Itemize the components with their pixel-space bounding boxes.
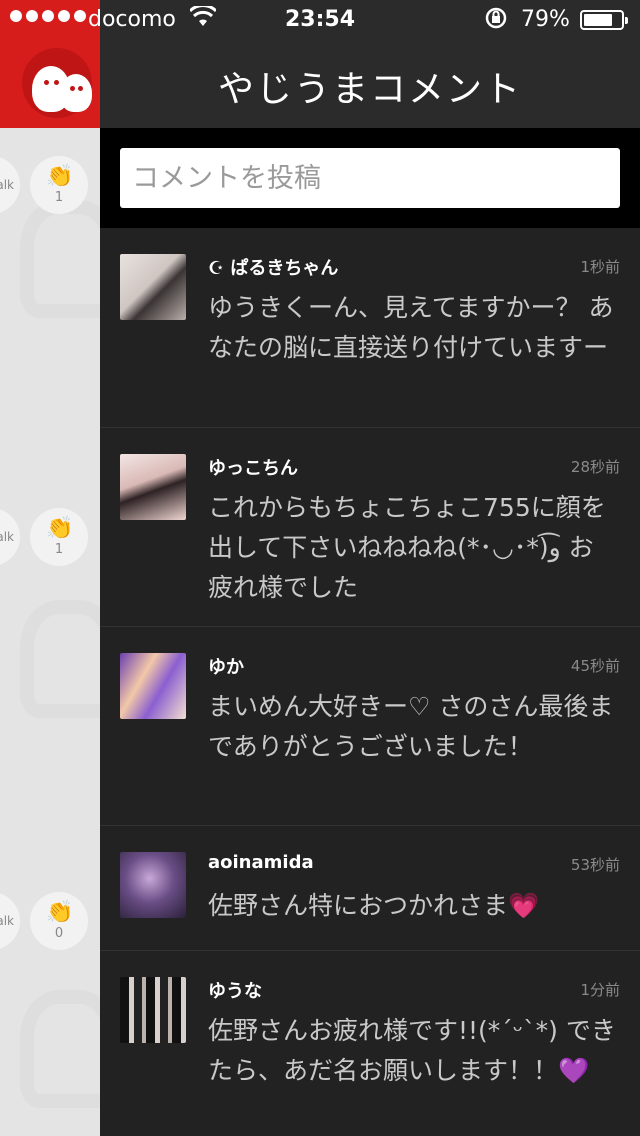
comment-text: 佐野さん特におつかれさま💗 [208,891,540,920]
user-avatar[interactable] [120,977,186,1043]
comment-timestamp: 1分前 [580,981,620,999]
comment-input[interactable] [120,148,620,208]
talk-label: alk [0,530,14,544]
comment-author: ☪ ぱるきちゃん [208,258,339,279]
clap-button[interactable]: 👏 1 [30,156,88,214]
background-watermark [20,990,100,1108]
background-watermark [20,200,100,318]
user-avatar[interactable] [120,852,186,918]
clap-icon: 👏 [46,900,74,925]
comment-item[interactable]: ゆか 45秒前 まいめん大好きー♡ さのさん最後までありがとうございました！ [100,627,640,826]
comment-timestamp: 45秒前 [570,657,620,675]
talk-button[interactable]: alk [0,892,20,950]
comment-author: ゆっこちん [208,458,298,479]
comment-author: aoinamida [208,852,314,873]
status-bar: docomo 23:54 79% [0,0,640,40]
clap-icon: 👏 [46,516,74,541]
clap-count: 1 [54,190,64,205]
talk-label: alk [0,178,14,192]
comment-timestamp: 53秒前 [570,856,620,874]
user-avatar[interactable] [120,254,186,320]
battery-icon [580,10,628,30]
comment-composer [100,128,640,228]
comment-text: これからもちょこちょこ755に顔を出して下さいねねねね(*･◡･*)ﻭ͡ お疲れ… [208,493,606,602]
comment-item[interactable]: ゆっこちん 28秒前 これからもちょこちょこ755に顔を出して下さいねねねね(*… [100,428,640,627]
comment-text: 佐野さんお疲れ様です!!(*´ᵕ`*) できたら、あだ名お願いします！！💜 [208,1016,616,1085]
comment-text: まいめん大好きー♡ さのさん最後までありがとうございました！ [208,692,614,761]
talk-label: alk [0,914,14,928]
user-avatar[interactable] [120,454,186,520]
talk-button[interactable]: alk [0,156,20,214]
page-title: やじうまコメント [217,69,522,110]
comment-item[interactable]: ☪ ぱるきちゃん 1秒前 ゆうきくーん、見えてますかー？ あなたの脳に直接送り付… [100,228,640,428]
clap-count: 0 [54,926,64,941]
comment-author: ゆか [208,657,244,678]
comment-timestamp: 28秒前 [570,458,620,476]
battery-percentage: 79% [521,7,570,32]
comment-item[interactable]: aoinamida 53秒前 佐野さん特におつかれさま💗 [100,826,640,951]
ghost-icon [60,74,92,112]
clap-icon: 👏 [46,164,74,189]
clap-button[interactable]: 👏 1 [30,508,88,566]
rotation-lock-icon [484,6,508,36]
comment-text: ゆうきくーん、見えてますかー？ あなたの脳に直接送り付けていますー [208,293,614,362]
strip-row: alk 👏 1 [0,156,100,216]
strip-row: alk 👏 1 [0,508,100,568]
clap-button[interactable]: 👏 0 [30,892,88,950]
side-strip: alk 👏 1 alk 👏 1 alk 👏 0 [0,0,100,1136]
comment-item[interactable]: ゆうな 1分前 佐野さんお疲れ様です!!(*´ᵕ`*) できたら、あだ名お願いし… [100,951,640,1136]
background-watermark [20,600,100,718]
strip-row: alk 👏 0 [0,892,100,952]
talk-button[interactable]: alk [0,508,20,566]
clap-count: 1 [54,542,64,557]
comment-timestamp: 1秒前 [580,258,620,276]
user-avatar[interactable] [120,653,186,719]
comment-author: ゆうな [208,981,262,1002]
comment-list: ☪ ぱるきちゃん 1秒前 ゆうきくーん、見えてますかー？ あなたの脳に直接送り付… [100,228,640,1136]
comments-panel: やじうまコメント ☪ ぱるきちゃん 1秒前 ゆうきくーん、見えてますかー？ あな… [100,0,640,1136]
